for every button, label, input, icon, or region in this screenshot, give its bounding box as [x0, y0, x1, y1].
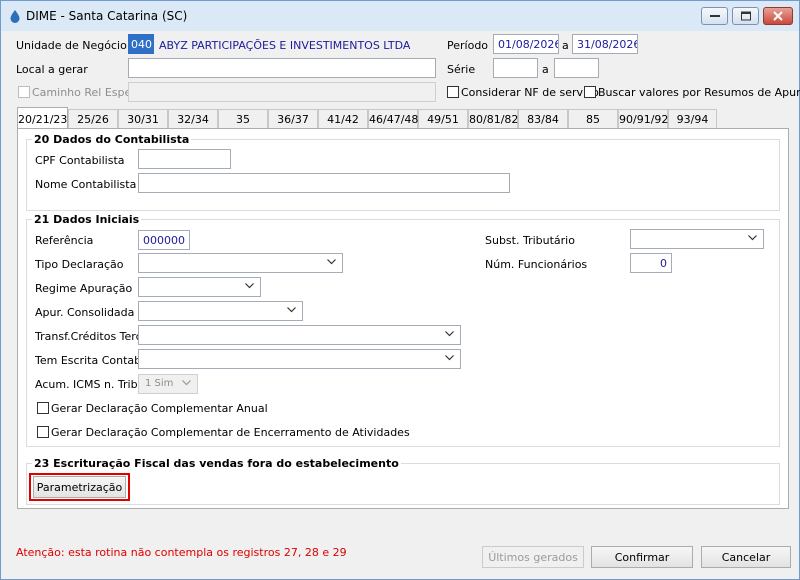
periodo-to-input[interactable]: 31/08/2026: [572, 34, 638, 54]
tab-20-21-23[interactable]: 20/21/23: [17, 107, 68, 129]
warning-text: Atenção: esta rotina não contempla os re…: [16, 546, 347, 559]
tab-30-31[interactable]: 30/31: [118, 109, 168, 129]
chevron-down-icon: [445, 355, 454, 361]
cpf-label: CPF Contabilista: [35, 154, 125, 167]
close-icon: [773, 11, 783, 21]
tab-46-47-48[interactable]: 46/47/48: [368, 109, 418, 129]
chevron-down-icon: [287, 307, 296, 313]
section-23-title: 23 Escrituração Fiscal das vendas fora d…: [32, 457, 401, 470]
tipo-label: Tipo Declaração: [35, 258, 124, 271]
acum-label: Acum. ICMS n. Trib.: [35, 378, 142, 391]
tab-35[interactable]: 35: [218, 109, 268, 129]
complementar-encerramento-label: Gerar Declaração Complementar de Encerra…: [51, 426, 410, 439]
complementar-anual-checkbox[interactable]: [37, 402, 49, 414]
confirmar-button[interactable]: Confirmar: [591, 546, 693, 568]
serie-label: Série: [447, 63, 476, 76]
serie-from-input[interactable]: [493, 58, 538, 78]
minimize-icon: [709, 15, 720, 17]
chevron-down-icon: [327, 259, 336, 265]
chevron-down-icon: [445, 331, 454, 337]
transf-select[interactable]: [138, 325, 461, 345]
unidade-name: ABYZ PARTICIPAÇÕES E INVESTIMENTOS LTDA: [159, 39, 411, 52]
dime-window: DIME - Santa Catarina (SC) Unidade de Ne…: [0, 0, 800, 580]
ultimos-gerados-button[interactable]: Últimos gerados: [482, 546, 584, 568]
caminho-input[interactable]: [128, 82, 436, 102]
serie-sep: a: [542, 63, 549, 76]
chevron-down-icon: [245, 283, 254, 289]
local-label: Local a gerar: [16, 63, 88, 76]
window-title: DIME - Santa Catarina (SC): [26, 9, 188, 23]
section-21-title: 21 Dados Iniciais: [32, 213, 142, 226]
periodo-label: Período: [447, 39, 489, 52]
title-bar[interactable]: DIME - Santa Catarina (SC): [1, 1, 799, 31]
parametrizacao-button[interactable]: Parametrização: [33, 476, 126, 498]
complementar-encerramento-checkbox[interactable]: [37, 426, 49, 438]
caminho-checkbox[interactable]: [18, 86, 30, 98]
tab-36-37[interactable]: 36/37: [268, 109, 318, 129]
considerar-nf-label: Considerar NF de serviço: [461, 86, 599, 99]
tipo-select[interactable]: [138, 253, 343, 273]
tab-32-34[interactable]: 32/34: [168, 109, 218, 129]
unidade-label: Unidade de Negócio: [16, 39, 127, 52]
escrita-select[interactable]: [138, 349, 461, 369]
tab-93-94[interactable]: 93/94: [668, 109, 717, 129]
apur-select[interactable]: [138, 301, 303, 321]
subst-select[interactable]: [630, 229, 764, 249]
local-input[interactable]: [128, 58, 436, 78]
unidade-code-input[interactable]: 040: [128, 34, 154, 54]
periodo-from-input[interactable]: 01/08/2026: [493, 34, 559, 54]
app-drop-icon: [8, 9, 22, 23]
buscar-valores-label: Buscar valores por Resumos de Apuração: [598, 86, 800, 99]
nome-label: Nome Contabilista: [35, 178, 137, 191]
tab-41-42[interactable]: 41/42: [318, 109, 368, 129]
periodo-sep: a: [562, 39, 569, 52]
chevron-down-icon: [182, 380, 191, 386]
chevron-down-icon: [748, 235, 757, 241]
acum-select[interactable]: 1 Sim: [138, 374, 198, 394]
serie-to-input[interactable]: [554, 58, 599, 78]
tab-85[interactable]: 85: [568, 109, 618, 129]
subst-label: Subst. Tributário: [485, 234, 575, 247]
tab-49-51[interactable]: 49/51: [418, 109, 468, 129]
maximize-button[interactable]: [732, 7, 759, 25]
cpf-input[interactable]: [138, 149, 231, 169]
tab-90-91-92[interactable]: 90/91/92: [618, 109, 668, 129]
cancelar-button[interactable]: Cancelar: [701, 546, 791, 568]
tab-panel: 20 Dados do Contabilista CPF Contabilist…: [17, 128, 789, 509]
maximize-icon: [740, 11, 751, 21]
num-func-input[interactable]: 0: [630, 253, 672, 273]
referencia-label: Referência: [35, 234, 94, 247]
referencia-input[interactable]: 000000: [138, 230, 190, 250]
transf-label: Transf.Créditos Terc.: [35, 330, 146, 343]
regime-select[interactable]: [138, 277, 261, 297]
escrita-label: Tem Escrita Contabil: [35, 354, 148, 367]
num-func-label: Núm. Funcionários: [485, 258, 588, 271]
section-20-title: 20 Dados do Contabilista: [32, 133, 192, 146]
regime-label: Regime Apuração: [35, 282, 133, 295]
nome-input[interactable]: [138, 173, 510, 193]
apur-label: Apur. Consolidada: [35, 306, 135, 319]
minimize-button[interactable]: [701, 7, 728, 25]
considerar-nf-checkbox[interactable]: [447, 86, 459, 98]
buscar-valores-checkbox[interactable]: [584, 86, 596, 98]
tab-80-81-82[interactable]: 80/81/82: [468, 109, 518, 129]
tab-25-26[interactable]: 25/26: [68, 109, 118, 129]
tab-83-84[interactable]: 83/84: [518, 109, 568, 129]
complementar-anual-label: Gerar Declaração Complementar Anual: [51, 402, 268, 415]
close-button[interactable]: [763, 7, 793, 25]
